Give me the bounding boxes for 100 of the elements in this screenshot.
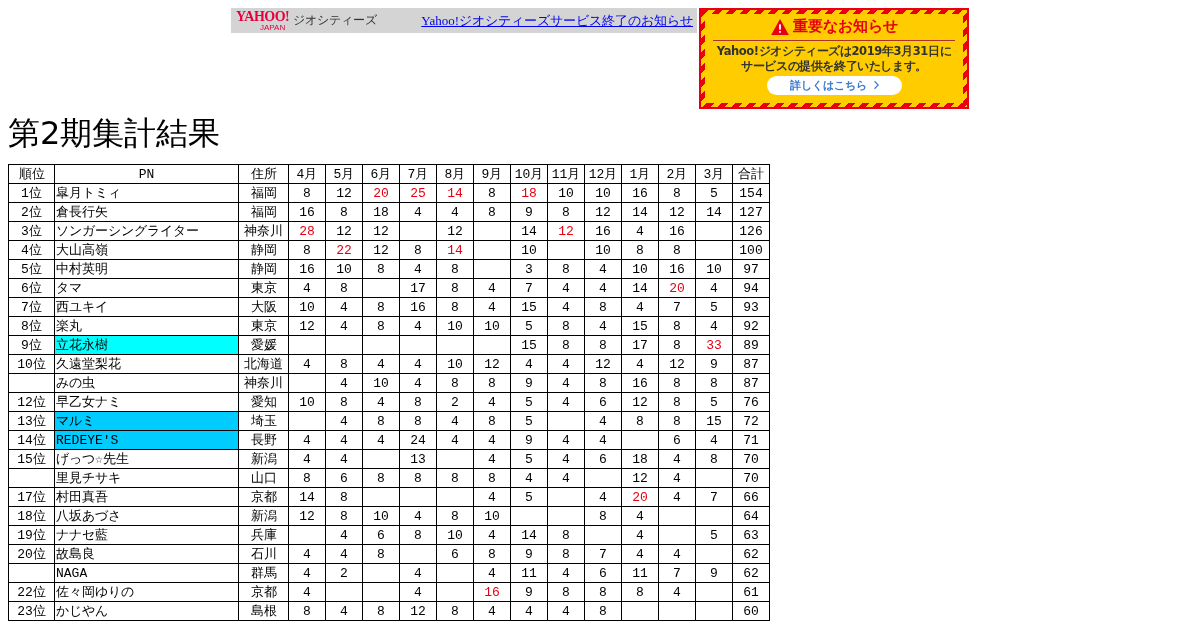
score-cell: 15: [521, 299, 537, 315]
score-cell: 5: [525, 318, 533, 334]
score-cell: 8: [488, 185, 496, 201]
name-cell: 八坂あづさ: [54, 506, 239, 526]
column-header: 7月: [399, 164, 437, 184]
score-cell: 16: [632, 185, 648, 201]
score-cell: 4: [710, 318, 718, 334]
score-cell: 20: [669, 280, 685, 296]
score-cell: 4: [562, 565, 570, 581]
rank-cell: 3位: [21, 223, 42, 239]
logo[interactable]: YAHOO! JAPAN: [236, 9, 290, 32]
score-cell: 4: [599, 261, 607, 277]
score-cell: 9: [525, 432, 533, 448]
score-cell: 8: [377, 413, 385, 429]
score-cell: 9: [525, 375, 533, 391]
score-cell: 18: [632, 451, 648, 467]
total-cell: 97: [732, 259, 770, 279]
score-cell: 4: [414, 356, 422, 372]
score-cell: 9: [525, 204, 533, 220]
score-cell: 8: [673, 185, 681, 201]
score-cell: 5: [525, 489, 533, 505]
total-cell: 94: [732, 278, 770, 298]
name-cell: 久遠堂梨花: [54, 354, 239, 374]
total-cell: 72: [732, 411, 770, 431]
score-cell: 2: [451, 394, 459, 410]
score-cell: 8: [488, 375, 496, 391]
score-cell: 7: [673, 565, 681, 581]
score-cell: 5: [710, 299, 718, 315]
total-cell: 93: [732, 297, 770, 317]
column-header: 8月: [436, 164, 474, 184]
score-cell: 20: [632, 489, 648, 505]
score-cell: 4: [340, 527, 348, 543]
score-cell: 12: [447, 223, 463, 239]
score-cell: 8: [377, 299, 385, 315]
score-cell: 8: [340, 489, 348, 505]
score-cell: 8: [562, 337, 570, 353]
score-cell: 17: [632, 337, 648, 353]
score-cell: 8: [673, 242, 681, 258]
score-cell: 4: [488, 489, 496, 505]
score-cell: 4: [562, 451, 570, 467]
prefecture-cell: 福岡: [238, 183, 289, 203]
score-cell: 8: [377, 546, 385, 562]
score-cell: 8: [562, 261, 570, 277]
score-cell: 10: [336, 261, 352, 277]
rank-cell: 23位: [17, 603, 46, 619]
score-cell: 16: [484, 584, 500, 600]
score-cell: 12: [558, 223, 574, 239]
score-cell: 8: [599, 584, 607, 600]
score-cell: 4: [414, 204, 422, 220]
score-cell: 10: [299, 394, 315, 410]
score-cell: 8: [710, 375, 718, 391]
score-cell: 14: [632, 280, 648, 296]
prefecture-cell: 新潟: [238, 449, 289, 469]
score-cell: 4: [414, 508, 422, 524]
score-cell: 8: [488, 546, 496, 562]
score-cell: 16: [299, 204, 315, 220]
prefecture-cell: 東京: [238, 316, 289, 336]
rank-cell: 19位: [17, 527, 46, 543]
score-cell: 10: [373, 508, 389, 524]
score-cell: 4: [562, 280, 570, 296]
details-button[interactable]: 詳しくはこちら: [766, 75, 902, 95]
score-cell: 4: [525, 470, 533, 486]
name-cell: 皐月トミィ: [54, 183, 239, 203]
name-cell: 楽丸: [54, 316, 239, 336]
score-cell: 8: [562, 546, 570, 562]
score-cell: 4: [562, 375, 570, 391]
score-cell: 2: [340, 565, 348, 581]
score-cell: 8: [340, 394, 348, 410]
score-cell: 12: [669, 204, 685, 220]
score-cell: 24: [410, 432, 426, 448]
score-cell: 6: [599, 394, 607, 410]
score-cell: 12: [373, 242, 389, 258]
prefecture-cell: 福岡: [238, 202, 289, 222]
score-cell: 12: [632, 394, 648, 410]
prefecture-cell: 群馬: [238, 563, 289, 583]
score-cell: 9: [525, 546, 533, 562]
score-cell: 8: [303, 603, 311, 619]
total-cell: 60: [732, 601, 770, 621]
score-cell: 6: [451, 546, 459, 562]
score-cell: 8: [303, 185, 311, 201]
rank-cell: 15位: [17, 451, 46, 467]
score-cell: 4: [599, 280, 607, 296]
score-cell: 8: [377, 470, 385, 486]
score-cell: 28: [299, 223, 315, 239]
total-cell: 62: [732, 544, 770, 564]
score-cell: 4: [340, 546, 348, 562]
score-cell: 15: [632, 318, 648, 334]
score-cell: 4: [414, 584, 422, 600]
score-cell: 4: [488, 527, 496, 543]
score-cell: 8: [414, 527, 422, 543]
score-cell: 4: [340, 603, 348, 619]
score-cell: 4: [340, 375, 348, 391]
column-header: 6月: [362, 164, 400, 184]
total-cell: 92: [732, 316, 770, 336]
total-cell: 87: [732, 354, 770, 374]
score-cell: 10: [521, 242, 537, 258]
rank-cell: 1位: [21, 185, 42, 201]
notice-link[interactable]: Yahoo!ジオシティーズサービス終了のお知らせ: [421, 11, 693, 30]
score-cell: 4: [488, 432, 496, 448]
service-name: ジオシティーズ: [293, 12, 378, 29]
